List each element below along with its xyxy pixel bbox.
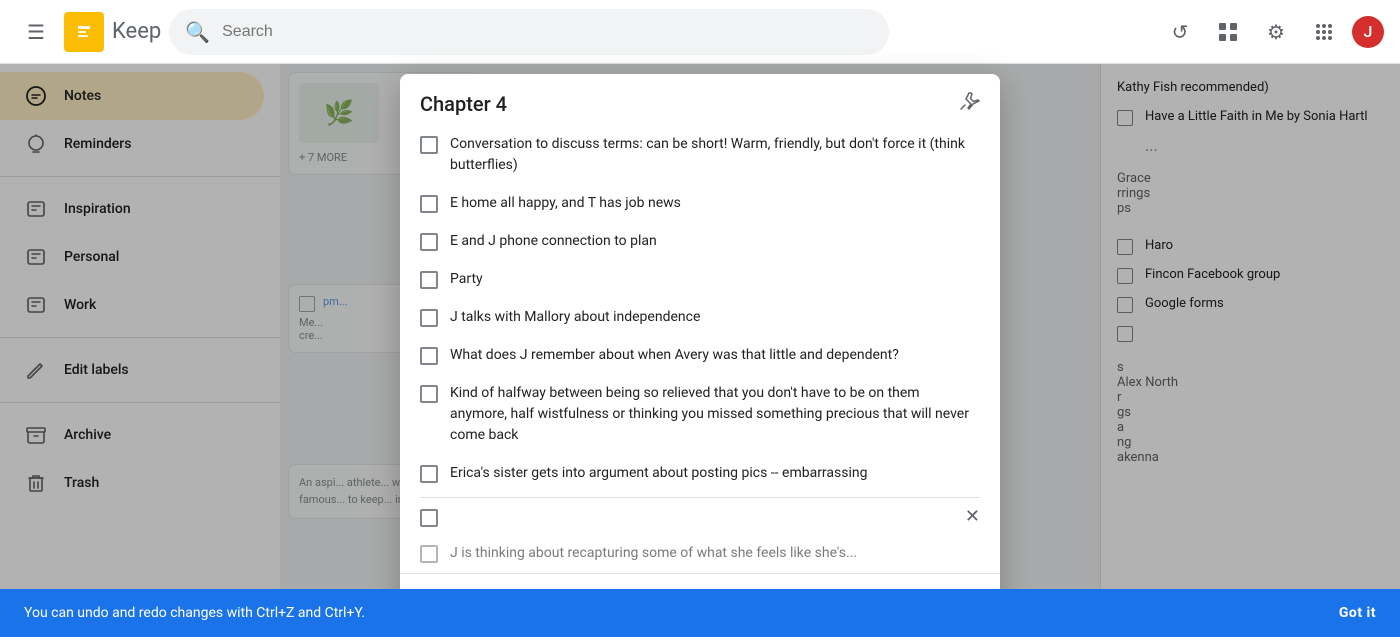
checklist-checkbox-4[interactable] bbox=[420, 309, 438, 327]
search-icon: 🔍 bbox=[185, 20, 210, 44]
checklist-checkbox-5[interactable] bbox=[420, 347, 438, 365]
checklist-item-3: Party bbox=[420, 261, 980, 299]
modal: Chapter 4 Conversation to discuss terms:… bbox=[400, 74, 1000, 626]
checklist-item-2: E and J phone connection to plan bbox=[420, 223, 980, 261]
checklist-text-partial: J is thinking about recapturing some of … bbox=[450, 543, 980, 564]
topbar-left: ☰ Keep 🔍 bbox=[16, 9, 1152, 55]
apps-icon[interactable] bbox=[1304, 12, 1344, 52]
layout-icon[interactable] bbox=[1208, 12, 1248, 52]
topbar-right: ↺ ⚙ J bbox=[1160, 12, 1384, 52]
checklist-input-row: ✕ bbox=[420, 497, 980, 535]
app-logo bbox=[64, 12, 104, 52]
refresh-icon[interactable]: ↺ bbox=[1160, 12, 1200, 52]
checklist-checkbox-1[interactable] bbox=[420, 195, 438, 213]
checklist-item-0: Conversation to discuss terms: can be sh… bbox=[420, 126, 980, 185]
checklist-item-1: E home all happy, and T has job news bbox=[420, 185, 980, 223]
checklist-text-1: E home all happy, and T has job news bbox=[450, 193, 980, 214]
checklist-text-3: Party bbox=[450, 269, 980, 290]
app-title: Keep bbox=[112, 19, 161, 44]
checklist-checkbox-7[interactable] bbox=[420, 465, 438, 483]
checklist-text-4: J talks with Mallory about independence bbox=[450, 307, 980, 328]
checklist-text-5: What does J remember about when Avery wa… bbox=[450, 345, 980, 366]
checklist-checkbox-0[interactable] bbox=[420, 136, 438, 154]
checklist-text-7: Erica's sister gets into argument about … bbox=[450, 463, 980, 484]
toast-action[interactable]: Got it bbox=[1339, 605, 1376, 621]
checklist-input[interactable] bbox=[450, 509, 953, 525]
modal-body: Conversation to discuss terms: can be sh… bbox=[400, 126, 1000, 573]
checklist-text-0: Conversation to discuss terms: can be sh… bbox=[450, 134, 980, 176]
checklist-item-4: J talks with Mallory about independence bbox=[420, 299, 980, 337]
modal-overlay: Chapter 4 Conversation to discuss terms:… bbox=[0, 64, 1400, 637]
modal-header: Chapter 4 bbox=[400, 74, 1000, 126]
toast-message: You can undo and redo changes with Ctrl+… bbox=[24, 605, 365, 621]
checklist-checkbox-3[interactable] bbox=[420, 271, 438, 289]
search-bar[interactable]: 🔍 bbox=[169, 9, 889, 55]
checklist-item-6: Kind of halfway between being so relieve… bbox=[420, 375, 980, 455]
checklist-checkbox-2[interactable] bbox=[420, 233, 438, 251]
checklist-checkbox-partial[interactable] bbox=[420, 545, 438, 563]
avatar[interactable]: J bbox=[1352, 16, 1384, 48]
checklist-text-6: Kind of halfway between being so relieve… bbox=[450, 383, 980, 446]
checklist-checkbox-6[interactable] bbox=[420, 385, 438, 403]
modal-pin-icon[interactable] bbox=[958, 90, 980, 118]
checklist-text-2: E and J phone connection to plan bbox=[450, 231, 980, 252]
search-input[interactable] bbox=[222, 23, 873, 41]
menu-icon[interactable]: ☰ bbox=[16, 12, 56, 52]
checklist-clear-icon[interactable]: ✕ bbox=[965, 506, 980, 527]
checklist-input-checkbox[interactable] bbox=[420, 509, 438, 527]
checklist-item-5: What does J remember about when Avery wa… bbox=[420, 337, 980, 375]
modal-title: Chapter 4 bbox=[420, 92, 507, 116]
toast-bar: You can undo and redo changes with Ctrl+… bbox=[0, 589, 1400, 637]
checklist-item-partial: J is thinking about recapturing some of … bbox=[420, 535, 980, 573]
checklist-item-7: Erica's sister gets into argument about … bbox=[420, 455, 980, 493]
settings-icon[interactable]: ⚙ bbox=[1256, 12, 1296, 52]
topbar: ☰ Keep 🔍 ↺ ⚙ J bbox=[0, 0, 1400, 64]
